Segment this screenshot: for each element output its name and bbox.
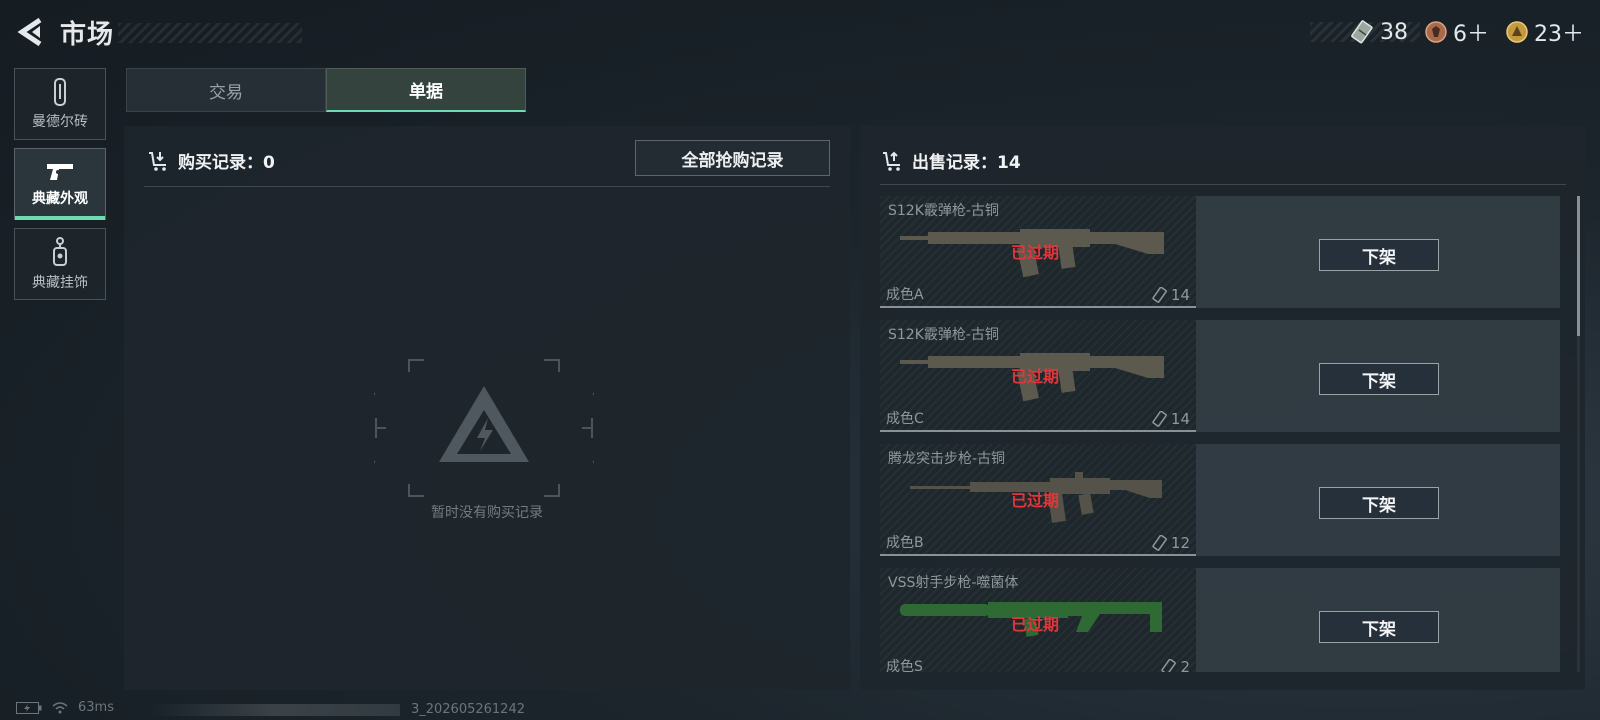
sale-list-scrollbar[interactable] <box>1577 196 1580 672</box>
nav-item-label: 典藏外观 <box>32 191 88 207</box>
nav-item-label: 典藏挂饰 <box>32 275 88 291</box>
ticket-icon <box>1152 287 1167 303</box>
title-decoration <box>118 23 302 43</box>
bronze-token-icon <box>1425 21 1447 43</box>
item-card[interactable]: S12K霰弹枪-古铜 已过期 成色A 14 <box>880 196 1196 308</box>
tab-bar: 交易 单据 <box>126 68 526 112</box>
item-card[interactable]: VSS射手步枪-噬菌体 已过期 成色S 2 <box>880 568 1196 672</box>
tab-trade[interactable]: 交易 <box>126 68 326 112</box>
item-count: 12 <box>1152 534 1190 552</box>
delist-button[interactable]: 下架 <box>1319 363 1439 395</box>
tab-orders[interactable]: 单据 <box>326 68 526 112</box>
ticket-icon <box>1351 20 1373 44</box>
empty-logo-icon <box>372 359 596 497</box>
item-count: 14 <box>1152 410 1190 428</box>
pistol-icon <box>47 164 73 180</box>
currency-gold[interactable]: 23＋ <box>1505 16 1584 48</box>
item-count: 2 <box>1161 658 1190 672</box>
sale-row: S12K霰弹枪-古铜 已过期 成色C 14 下架 <box>880 320 1560 432</box>
item-card[interactable]: 腾龙突击步枪-古铜 已过期 成色B 12 <box>880 444 1196 556</box>
currency-bronze[interactable]: 6＋ <box>1424 16 1489 48</box>
battery-icon <box>16 701 42 714</box>
sale-records-panel: 出售记录：14 S12K霰弹枪-古铜 已过期 成色A 14 下架 S12K霰弹枪… <box>860 126 1585 690</box>
sale-actions: 下架 <box>1196 320 1560 432</box>
item-count-value: 14 <box>1170 410 1190 428</box>
item-name: VSS射手步枪-噬菌体 <box>888 575 1019 591</box>
nav-item-label: 曼德尔砖 <box>32 114 88 130</box>
delist-button[interactable]: 下架 <box>1319 611 1439 643</box>
purchase-records-header: 购买记录：0 <box>148 148 275 173</box>
ticket-icon <box>1152 535 1167 551</box>
delist-button[interactable]: 下架 <box>1319 487 1439 519</box>
item-grade: 成色A <box>886 287 924 303</box>
category-nav: 曼德尔砖 典藏外观 典藏挂饰 <box>14 68 106 308</box>
item-count: 14 <box>1152 286 1190 304</box>
wifi-icon <box>52 701 68 713</box>
sale-actions: 下架 <box>1196 444 1560 556</box>
expired-label: 已过期 <box>1011 491 1060 510</box>
sale-list: S12K霰弹枪-古铜 已过期 成色A 14 下架 S12K霰弹枪-古铜 已过期 … <box>880 196 1565 672</box>
charm-icon <box>53 237 67 266</box>
sale-row: S12K霰弹枪-古铜 已过期 成色A 14 下架 <box>880 196 1560 308</box>
sale-row: VSS射手步枪-噬菌体 已过期 成色S 2 下架 <box>880 568 1560 672</box>
back-arrow-icon <box>17 17 42 47</box>
currency-gold-value: 23＋ <box>1534 22 1584 47</box>
item-grade: 成色S <box>886 659 923 672</box>
item-count-value: 14 <box>1170 286 1190 304</box>
currency-bronze-value: 6＋ <box>1453 22 1489 47</box>
page-title: 市场 <box>60 20 115 50</box>
item-grade: 成色C <box>886 411 924 427</box>
item-name: S12K霰弹枪-古铜 <box>888 203 999 219</box>
delist-button[interactable]: 下架 <box>1319 239 1439 271</box>
item-grade: 成色B <box>886 535 924 551</box>
expired-label: 已过期 <box>1011 367 1060 386</box>
divider <box>144 186 830 187</box>
empty-state-text: 暂时没有购买记录 <box>431 505 543 521</box>
back-button[interactable] <box>16 16 46 48</box>
expired-label: 已过期 <box>1011 615 1060 634</box>
currency-bar: 38 6＋ 23＋ <box>1310 16 1600 48</box>
item-name: 腾龙突击步枪-古铜 <box>888 451 1006 467</box>
ticket-icon <box>1161 659 1177 672</box>
item-count-value: 2 <box>1180 658 1190 672</box>
purchase-records-panel: 购买记录：0 全部抢购记录 暂时没有购买记录 <box>124 126 850 690</box>
expired-label: 已过期 <box>1011 243 1060 262</box>
item-card[interactable]: S12K霰弹枪-古铜 已过期 成色C 14 <box>880 320 1196 432</box>
nav-item-collection-charm[interactable]: 典藏挂饰 <box>14 228 106 300</box>
sale-actions: 下架 <box>1196 196 1560 308</box>
empty-state-graphic <box>372 358 596 498</box>
sale-records-title: 出售记录：14 <box>912 153 1021 173</box>
item-name: S12K霰弹枪-古铜 <box>888 327 999 343</box>
nav-item-collection-skin[interactable]: 典藏外观 <box>14 148 106 220</box>
all-flash-purchase-records-button[interactable]: 全部抢购记录 <box>635 140 830 176</box>
mandel-brick-icon <box>54 78 66 106</box>
build-info: 3_202605261242 <box>150 702 525 717</box>
build-value: 3_202605261242 <box>410 702 525 717</box>
ping-value: 63ms <box>78 700 114 715</box>
currency-ticket[interactable]: 38 <box>1351 20 1408 45</box>
sale-actions: 下架 <box>1196 568 1560 672</box>
sale-records-header: 出售记录：14 <box>882 148 1021 173</box>
divider <box>880 184 1566 185</box>
currency-ticket-value: 38 <box>1380 19 1408 45</box>
status-bar: 63ms <box>16 700 114 715</box>
purchase-records-title: 购买记录：0 <box>178 153 275 173</box>
cart-download-icon <box>149 151 166 171</box>
gold-token-icon <box>1506 21 1528 43</box>
sale-row: 腾龙突击步枪-古铜 已过期 成色B 12 下架 <box>880 444 1560 556</box>
ticket-icon <box>1152 411 1167 427</box>
nav-item-mandel-brick[interactable]: 曼德尔砖 <box>14 68 106 140</box>
cart-upload-icon <box>883 151 900 171</box>
item-count-value: 12 <box>1170 534 1190 552</box>
